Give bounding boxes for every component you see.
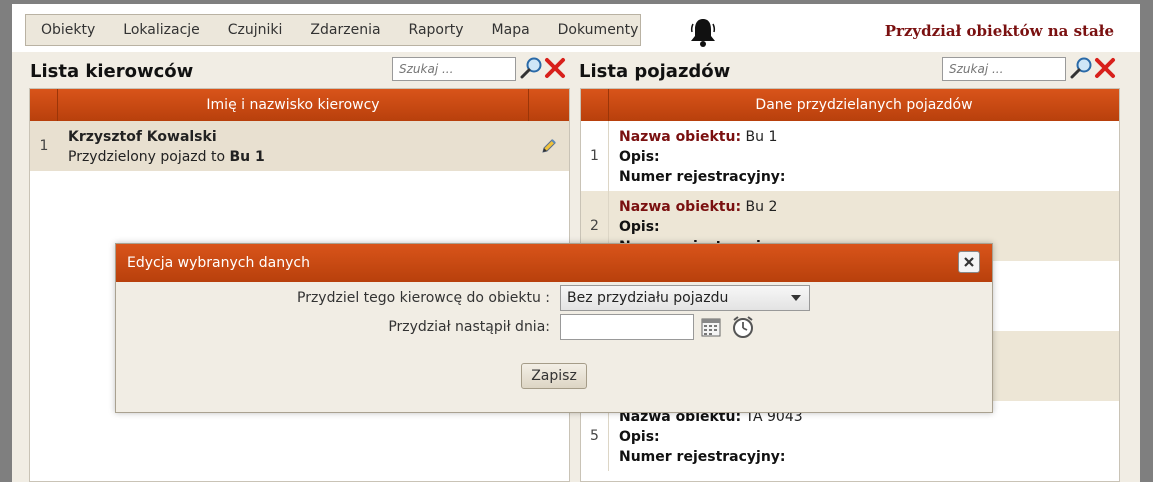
vehicle-desc-label: Opis: <box>619 429 660 445</box>
menu-item-czujniki[interactable]: Czujniki <box>214 22 297 38</box>
chevron-down-icon <box>791 295 801 301</box>
clear-icon[interactable] <box>544 57 566 79</box>
calendar-icon[interactable] <box>701 317 721 337</box>
header-driver-name: Imię i nazwisko kierowcy <box>58 89 529 121</box>
dialog-title: Edycja wybranych danych <box>127 255 310 271</box>
edit-dialog: Edycja wybranych danych Przydziel tego k… <box>115 243 993 413</box>
menu-item-lokalizacje[interactable]: Lokalizacje <box>109 22 213 38</box>
menu-item-zdarzenia[interactable]: Zdarzenia <box>296 22 394 38</box>
header-vehicle-data: Dane przydzielanych pojazdów <box>755 97 973 113</box>
mode-title: Przydział obiektów na stałe <box>884 22 1114 40</box>
close-icon <box>964 257 974 267</box>
assign-label: Przydziel tego kierowcę do obiektu : <box>297 290 550 306</box>
vehicle-desc-label: Opis: <box>619 219 660 235</box>
vehicle-reg-label: Numer rejestracyjny: <box>619 169 786 185</box>
top-bar: Obiekty Lokalizacje Czujniki Zdarzenia R… <box>12 4 1140 52</box>
search-icon[interactable] <box>520 56 544 80</box>
driver-name: Krzysztof Kowalski <box>68 129 217 145</box>
menu-item-raporty[interactable]: Raporty <box>395 22 478 38</box>
search-icon[interactable] <box>1070 56 1094 80</box>
menu-item-obiekty[interactable]: Obiekty <box>26 22 109 38</box>
header-num-cell <box>581 89 609 121</box>
main-menu: Obiekty Lokalizacje Czujniki Zdarzenia R… <box>25 14 641 46</box>
table-row[interactable]: 1 Nazwa obiektu: Bu 1 Opis: Numer rejest… <box>581 121 1119 191</box>
vehicles-title: Lista pojazdów <box>579 61 731 82</box>
save-button[interactable]: Zapisz <box>521 363 587 389</box>
vehicle-desc-label: Opis: <box>619 149 660 165</box>
header-num-cell <box>30 89 58 121</box>
bell-icon[interactable] <box>688 16 718 48</box>
date-input[interactable] <box>560 314 694 340</box>
vehicle-name: Bu 2 <box>745 199 778 215</box>
vehicle-name-label: Nazwa obiektu: <box>619 199 742 215</box>
driver-assignment: Przydzielony pojazd to Bu 1 <box>68 149 265 165</box>
vehicle-select-value: Bez przydziału pojazdu <box>567 290 729 306</box>
vehicle-reg-label: Numer rejestracyjny: <box>619 449 786 465</box>
vehicle-select[interactable]: Bez przydziału pojazdu <box>560 285 810 311</box>
header-action-cell <box>529 89 569 121</box>
pencil-icon[interactable] <box>540 137 558 155</box>
dialog-header: Edycja wybranych danych <box>116 244 992 282</box>
vehicle-name-label: Nazwa obiektu: <box>619 129 742 145</box>
close-button[interactable] <box>958 251 980 273</box>
drivers-table-header: Imię i nazwisko kierowcy <box>30 89 569 121</box>
drivers-title: Lista kierowców <box>30 61 194 82</box>
clear-icon[interactable] <box>1094 57 1116 79</box>
vehicle-name: Bu 1 <box>745 129 778 145</box>
vehicles-table-header: Dane przydzielanych pojazdów <box>581 89 1119 121</box>
menu-item-mapa[interactable]: Mapa <box>478 22 544 38</box>
row-number: 1 <box>581 121 609 191</box>
menu-item-dokumenty[interactable]: Dokumenty <box>544 22 653 38</box>
row-number: 1 <box>39 138 49 154</box>
table-row[interactable]: 1 Krzysztof Kowalski Przydzielony pojazd… <box>30 121 569 171</box>
drivers-search-input[interactable] <box>392 57 516 81</box>
clock-icon[interactable] <box>731 315 755 339</box>
date-label: Przydział nastąpił dnia: <box>388 319 550 335</box>
vehicles-search-input[interactable] <box>942 57 1066 81</box>
